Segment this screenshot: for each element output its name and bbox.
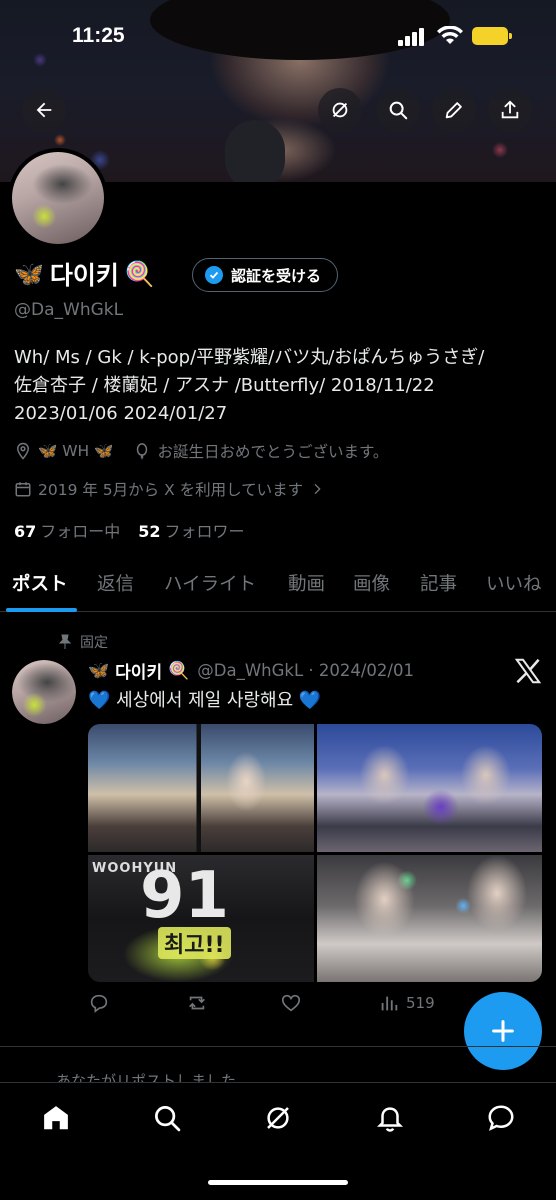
post-image-2[interactable] (316, 724, 542, 852)
followers-label: フォロワー (164, 522, 245, 541)
post-media-grid: WOOHYUN 91 최고!! (88, 724, 542, 982)
views-bar-chart-icon (381, 996, 398, 1011)
grok-icon[interactable] (263, 1103, 293, 1133)
follow-stats: 67 フォロー中 52 フォロワー (14, 518, 245, 542)
pin-icon (58, 634, 72, 649)
status-time: 11:25 (72, 24, 125, 47)
views-count: 519 (406, 994, 435, 1012)
tab-images[interactable]: 画像 (353, 570, 390, 596)
post-image-1[interactable] (88, 724, 314, 852)
reply-button[interactable] (88, 992, 110, 1014)
profile-avatar[interactable] (8, 148, 108, 248)
messages-icon[interactable] (486, 1103, 516, 1133)
tab-posts[interactable]: ポスト (12, 570, 68, 596)
profile-handle: @Da_WhGkL (14, 300, 124, 320)
views-button[interactable]: 519 (378, 992, 435, 1014)
profile-bio: Wh/ Ms / Gk / k-pop/平野紫耀/バツ丸/おぱんちゅうさぎ/ 佐… (14, 344, 546, 428)
following-count: 67 (14, 522, 37, 541)
post-image-3[interactable]: WOOHYUN 91 최고!! (88, 854, 314, 982)
x-logo-icon[interactable] (513, 656, 543, 686)
profile-birthday: お誕生日おめでとうございます。 (157, 443, 389, 461)
following-label: フォロー中 (40, 522, 121, 541)
edit-button[interactable] (432, 88, 476, 132)
tab-likes[interactable]: いいね (486, 570, 542, 596)
arrow-left-icon (36, 102, 52, 118)
chevron-right-icon (314, 483, 321, 495)
plus-icon (492, 1020, 514, 1042)
profile-joined: 2019 年 5月から X を利用しています (38, 481, 304, 499)
lollipop-emoji: 🍭 (124, 260, 155, 288)
post-image-4[interactable] (316, 854, 542, 982)
pinned-label-row: 固定 (58, 632, 108, 652)
pinned-label: 固定 (80, 635, 108, 651)
profile-name-row: 🦋 다이키 🍭 (14, 256, 155, 292)
tab-videos[interactable]: 動画 (288, 570, 325, 596)
post-divider (0, 1046, 556, 1047)
share-button[interactable] (488, 88, 532, 132)
post-header: 🦋 다이키 🍭 @Da_WhGkL · 2024/02/01 (88, 658, 414, 684)
home-indicator (208, 1180, 348, 1185)
location-pin-icon (16, 442, 30, 460)
tab-highlights[interactable]: ハイライト (164, 570, 256, 596)
search-button[interactable] (376, 88, 420, 132)
get-verified-label: 認証を受ける (231, 266, 322, 285)
profile-meta-row: 🦋 WH 🦋 お誕生日おめでとうございます。 (14, 440, 388, 462)
status-bar: 11:25 (0, 0, 556, 64)
notifications-bell-icon[interactable] (375, 1103, 405, 1133)
butterfly-emoji: 🦋 (88, 660, 110, 681)
repost-icon (189, 996, 205, 1010)
followers-count: 52 (138, 522, 161, 541)
image-jersey-number: 91 (140, 858, 230, 933)
following-link[interactable]: 67 フォロー中 (14, 518, 120, 542)
heart-icon (281, 994, 301, 1012)
reply-icon (90, 994, 108, 1013)
search-icon (389, 101, 408, 120)
post-author-name[interactable]: 다이키 (115, 658, 162, 683)
post-meta: @Da_WhGkL · 2024/02/01 (197, 661, 414, 680)
calendar-icon (15, 482, 31, 497)
grok-button[interactable] (318, 88, 362, 132)
like-button[interactable] (280, 992, 302, 1014)
verified-badge-icon (205, 266, 223, 284)
profile-joined-row[interactable]: 2019 年 5月から X を利用しています (14, 478, 331, 500)
active-tab-indicator (6, 608, 77, 612)
bio-line: 佐倉杏子 / 楼蘭妃 / アスナ /Butterfly/ 2018/11/22 (14, 375, 435, 396)
lollipop-emoji: 🍭 (168, 660, 190, 681)
get-verified-button[interactable]: 認証を受ける (192, 258, 339, 292)
tab-articles[interactable]: 記事 (420, 570, 457, 596)
bio-line: Wh/ Ms / Gk / k-pop/平野紫耀/バツ丸/おぱんちゅうさぎ/ (14, 347, 485, 368)
profile-location: 🦋 WH 🦋 (38, 442, 114, 460)
profile-tabs: ポスト 返信 ハイライト 動画 画像 記事 いいね (0, 560, 556, 612)
post-text: 💙 세상에서 제일 사랑해요 💙 (88, 690, 322, 711)
avatar-image (12, 660, 76, 724)
bio-line: 2023/01/06 2024/01/27 (14, 403, 228, 424)
compose-post-button[interactable] (464, 992, 542, 1070)
back-button[interactable] (22, 88, 66, 132)
followers-link[interactable]: 52 フォロワー (138, 518, 244, 542)
profile-name: 다이키 (49, 261, 119, 290)
butterfly-emoji: 🦋 (14, 260, 44, 288)
avatar-image (12, 152, 104, 244)
post-author-avatar[interactable] (12, 660, 76, 724)
wifi-icon (437, 26, 463, 44)
share-icon (501, 100, 519, 119)
battery-icon (472, 27, 512, 45)
repost-button[interactable] (186, 992, 208, 1014)
balloon-icon (137, 443, 148, 460)
grok-icon (332, 102, 348, 118)
pencil-icon (445, 102, 462, 119)
tab-replies[interactable]: 返信 (97, 570, 134, 596)
image-sign-text: 최고!! (158, 926, 231, 959)
search-icon[interactable] (152, 1103, 182, 1133)
cellular-signal-icon (398, 28, 424, 46)
home-icon[interactable] (41, 1103, 71, 1133)
